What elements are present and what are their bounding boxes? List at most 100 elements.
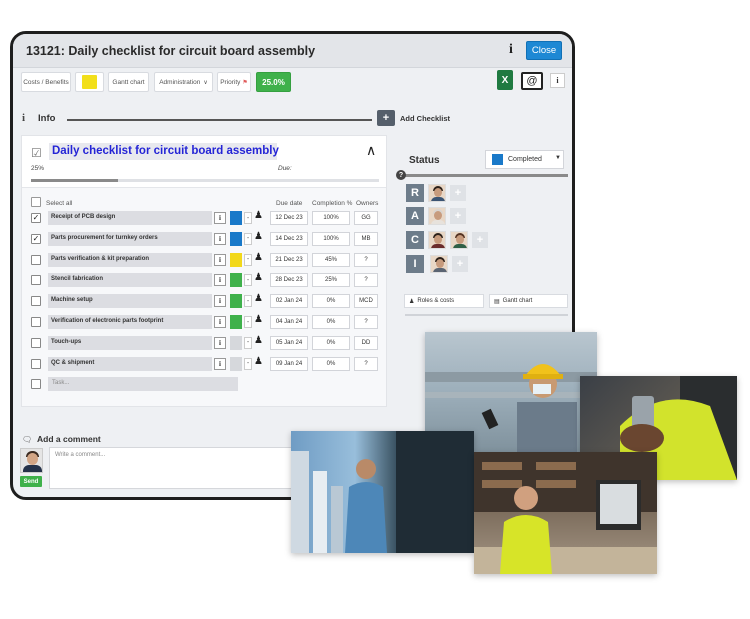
avatar[interactable] <box>428 207 446 225</box>
close-button[interactable]: Close <box>526 41 562 60</box>
help-info-icon[interactable]: i <box>550 73 565 88</box>
due-date-field[interactable]: 21 Dec 23 <box>270 252 308 267</box>
minus-icon[interactable]: - <box>244 232 252 245</box>
completion-field[interactable]: 45% <box>312 252 350 267</box>
task-checkbox[interactable] <box>31 275 41 286</box>
minus-icon[interactable]: - <box>244 253 252 266</box>
assign-people-icon[interactable]: ♟ <box>254 210 263 221</box>
email-icon[interactable]: @ <box>521 72 543 90</box>
add-accountable-button[interactable]: + <box>450 208 466 224</box>
gantt-chart-button[interactable]: Gantt chart <box>108 72 149 92</box>
comment-input[interactable]: Write a comment... <box>49 447 309 489</box>
new-task-checkbox[interactable] <box>31 379 41 389</box>
task-color-chip[interactable] <box>230 252 242 267</box>
task-checkbox[interactable]: ✓ <box>31 213 41 223</box>
due-date-field[interactable]: 14 Dec 23 <box>270 231 308 246</box>
due-date-field[interactable]: 04 Jan 24 <box>270 315 308 329</box>
assign-people-icon[interactable]: ♟ <box>254 272 263 283</box>
task-checkbox[interactable] <box>31 358 41 369</box>
task-name[interactable]: Machine setup <box>48 294 212 309</box>
task-name[interactable]: Parts procurement for turnkey orders <box>48 231 212 246</box>
completion-field[interactable]: 0% <box>312 315 350 329</box>
gantt-chart-panel-button[interactable]: ▤ Gantt chart <box>489 294 568 308</box>
info-icon[interactable]: i <box>214 336 226 349</box>
task-color-chip[interactable] <box>230 335 242 350</box>
owner-field[interactable]: GG <box>354 211 378 225</box>
avatar[interactable] <box>428 231 446 249</box>
avatar[interactable] <box>450 231 468 249</box>
chevron-up-icon[interactable]: ∧ <box>366 142 376 159</box>
info-icon[interactable]: i <box>214 232 226 245</box>
task-checkbox[interactable] <box>31 337 41 348</box>
info-icon[interactable]: i <box>509 42 513 58</box>
owner-field[interactable]: ? <box>354 273 378 288</box>
info-icon[interactable]: i <box>214 357 226 370</box>
minus-icon[interactable]: - <box>244 212 252 224</box>
assign-people-icon[interactable]: ♟ <box>254 252 263 263</box>
checklist-title[interactable]: Daily checklist for circuit board assemb… <box>49 143 279 160</box>
task-name[interactable]: QC & shipment <box>48 356 212 371</box>
priority-button[interactable]: Priority ⚑ <box>217 72 251 92</box>
assign-people-icon[interactable]: ♟ <box>254 293 263 304</box>
due-date-field[interactable]: 12 Dec 23 <box>270 211 308 225</box>
minus-icon[interactable]: - <box>244 336 252 349</box>
task-checkbox[interactable] <box>31 296 41 307</box>
task-name[interactable]: Receipt of PCB design <box>48 211 212 225</box>
assign-people-icon[interactable]: ♟ <box>254 231 263 242</box>
minus-icon[interactable]: - <box>244 316 252 328</box>
avatar[interactable] <box>430 255 448 273</box>
administration-dropdown[interactable]: Administration ∨ <box>154 72 213 92</box>
assign-people-icon[interactable]: ♟ <box>254 335 263 346</box>
task-name[interactable]: Parts verification & kit preparation <box>48 252 212 267</box>
completion-field[interactable]: 25% <box>312 273 350 288</box>
add-checklist-label[interactable]: Add Checklist <box>400 114 450 123</box>
task-color-chip[interactable] <box>230 211 242 225</box>
owner-field[interactable]: DD <box>354 335 378 350</box>
due-date-field[interactable]: 02 Jan 24 <box>270 294 308 309</box>
completion-field[interactable]: 0% <box>312 356 350 371</box>
avatar[interactable] <box>428 184 446 202</box>
roles-costs-button[interactable]: ♟ Roles & costs <box>404 294 484 308</box>
add-informed-button[interactable]: + <box>452 256 468 272</box>
info-icon[interactable]: i <box>214 212 226 224</box>
completion-field[interactable]: 100% <box>312 231 350 246</box>
task-checkbox[interactable] <box>31 254 41 265</box>
task-checkbox[interactable] <box>31 317 41 327</box>
completion-field[interactable]: 0% <box>312 294 350 309</box>
assign-people-icon[interactable]: ♟ <box>254 314 263 325</box>
owner-field[interactable]: MCD <box>354 294 378 309</box>
add-checklist-button[interactable]: + <box>377 110 395 126</box>
owner-field[interactable]: MB <box>354 231 378 246</box>
task-color-chip[interactable] <box>230 294 242 309</box>
task-name[interactable]: Stencil fabrication <box>48 273 212 288</box>
owner-field[interactable]: ? <box>354 252 378 267</box>
priority-value-badge[interactable]: 25.0% <box>256 72 291 92</box>
minus-icon[interactable]: - <box>244 295 252 308</box>
owner-field[interactable]: ? <box>354 315 378 329</box>
info-icon[interactable]: i <box>214 253 226 266</box>
costs-benefits-button[interactable]: Costs / Benefits <box>21 72 71 92</box>
task-name[interactable]: Verification of electronic parts footpri… <box>48 315 212 329</box>
minus-icon[interactable]: - <box>244 274 252 287</box>
question-icon[interactable]: ? <box>396 170 406 180</box>
add-consulted-button[interactable]: + <box>472 232 488 248</box>
task-color-chip[interactable] <box>230 231 242 246</box>
select-all-checkbox[interactable] <box>31 197 41 207</box>
add-responsible-button[interactable]: + <box>450 185 466 201</box>
info-icon[interactable]: i <box>214 295 226 308</box>
due-date-field[interactable]: 09 Jan 24 <box>270 356 308 371</box>
send-button[interactable]: Send <box>20 476 42 487</box>
task-name[interactable]: Touch-ups <box>48 335 212 350</box>
task-checkbox[interactable]: ✓ <box>31 233 41 244</box>
excel-export-icon[interactable]: X <box>497 70 513 90</box>
status-dropdown[interactable]: Completed ▼ <box>485 150 564 169</box>
completion-field[interactable]: 100% <box>312 211 350 225</box>
assign-people-icon[interactable]: ♟ <box>254 356 263 367</box>
sticky-note-button[interactable] <box>75 72 104 92</box>
completion-field[interactable]: 0% <box>312 335 350 350</box>
due-date-field[interactable]: 05 Jan 24 <box>270 335 308 350</box>
task-color-chip[interactable] <box>230 356 242 371</box>
info-icon[interactable]: i <box>214 274 226 287</box>
new-task-input[interactable]: Task... <box>48 377 238 391</box>
task-color-chip[interactable] <box>230 273 242 288</box>
